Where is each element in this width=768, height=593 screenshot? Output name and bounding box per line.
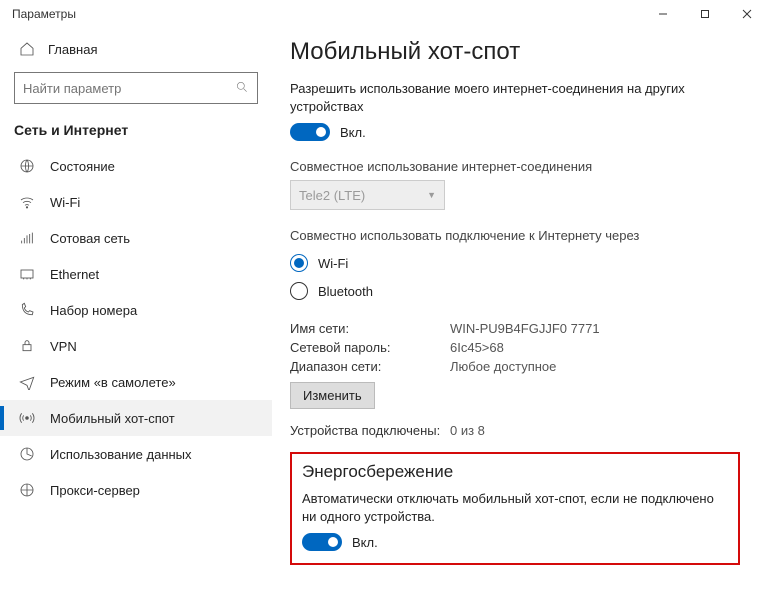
power-saving-highlight: Энергосбережение Автоматически отключать… xyxy=(290,452,740,565)
net-name-value: WIN-PU9B4FGJJF0 7771 xyxy=(450,321,600,336)
globe-icon xyxy=(18,157,36,175)
chevron-down-icon: ▼ xyxy=(427,190,436,200)
vpn-icon xyxy=(18,337,36,355)
connection-select: Tele2 (LTE) ▼ xyxy=(290,180,445,210)
home-label: Главная xyxy=(48,42,97,57)
hotspot-icon xyxy=(18,409,36,427)
connection-value: Tele2 (LTE) xyxy=(299,188,365,203)
power-toggle[interactable] xyxy=(302,533,342,551)
cellular-icon xyxy=(18,229,36,247)
nav-list: Состояние Wi-Fi Сотовая сеть Ethernet На… xyxy=(0,144,272,508)
sidebar-item-proxy[interactable]: Прокси-сервер xyxy=(0,472,272,508)
sidebar-item-hotspot[interactable]: Мобильный хот-спот xyxy=(0,400,272,436)
radio-icon xyxy=(290,254,308,272)
sidebar-item-label: Режим «в самолете» xyxy=(50,375,176,390)
radio-bt-label: Bluetooth xyxy=(318,284,373,299)
titlebar: Параметры xyxy=(0,0,768,28)
main-content: Мобильный хот-спот Разрешить использован… xyxy=(272,28,768,593)
radio-wifi-label: Wi-Fi xyxy=(318,256,348,271)
toggle-label: Вкл. xyxy=(340,125,366,140)
sidebar-item-wifi[interactable]: Wi-Fi xyxy=(0,184,272,220)
phone-icon xyxy=(18,301,36,319)
airplane-icon xyxy=(18,373,36,391)
sidebar-item-label: Набор номера xyxy=(50,303,137,318)
sidebar-item-status[interactable]: Состояние xyxy=(0,148,272,184)
net-band-value: Любое доступное xyxy=(450,359,556,374)
sidebar-item-label: Wi-Fi xyxy=(50,195,80,210)
hotspot-toggle[interactable] xyxy=(290,123,330,141)
power-toggle-label: Вкл. xyxy=(352,535,378,550)
sidebar-item-vpn[interactable]: VPN xyxy=(0,328,272,364)
net-band-label: Диапазон сети: xyxy=(290,359,450,374)
devices-label: Устройства подключены: xyxy=(290,423,450,438)
home-icon xyxy=(18,40,36,58)
share-description: Разрешить использование моего интернет-с… xyxy=(290,80,740,115)
window-title: Параметры xyxy=(12,7,76,21)
minimize-button[interactable] xyxy=(642,0,684,28)
net-pass-label: Сетевой пароль: xyxy=(290,340,450,355)
power-title: Энергосбережение xyxy=(302,462,728,482)
sidebar-item-label: Использование данных xyxy=(50,447,192,462)
net-name-label: Имя сети: xyxy=(290,321,450,336)
radio-wifi[interactable]: Wi-Fi xyxy=(290,249,740,277)
wifi-icon xyxy=(18,193,36,211)
close-button[interactable] xyxy=(726,0,768,28)
sidebar-item-label: VPN xyxy=(50,339,77,354)
share-via-label: Совместно использовать подключение к Инт… xyxy=(290,228,740,243)
sidebar-item-datausage[interactable]: Использование данных xyxy=(0,436,272,472)
home-link[interactable]: Главная xyxy=(0,34,272,66)
sidebar: Главная Сеть и Интернет Состояние Wi-Fi xyxy=(0,28,272,593)
sidebar-item-label: Мобильный хот-спот xyxy=(50,411,175,426)
sidebar-item-cellular[interactable]: Сотовая сеть xyxy=(0,220,272,256)
sidebar-item-label: Прокси-сервер xyxy=(50,483,140,498)
radio-icon xyxy=(290,282,308,300)
search-field[interactable] xyxy=(23,81,235,96)
sidebar-item-label: Сотовая сеть xyxy=(50,231,130,246)
radio-bluetooth[interactable]: Bluetooth xyxy=(290,277,740,305)
page-title: Мобильный хот-спот xyxy=(290,38,740,66)
maximize-button[interactable] xyxy=(684,0,726,28)
sidebar-item-label: Состояние xyxy=(50,159,115,174)
section-title: Сеть и Интернет xyxy=(0,114,272,144)
edit-button-label: Изменить xyxy=(303,388,362,403)
sidebar-item-label: Ethernet xyxy=(50,267,99,282)
sidebar-item-airplane[interactable]: Режим «в самолете» xyxy=(0,364,272,400)
share-connection-label: Совместное использование интернет-соедин… xyxy=(290,159,740,174)
search-icon xyxy=(235,80,249,97)
ethernet-icon xyxy=(18,265,36,283)
devices-value: 0 из 8 xyxy=(450,423,485,438)
power-description: Автоматически отключать мобильный хот-сп… xyxy=(302,490,728,525)
sidebar-item-ethernet[interactable]: Ethernet xyxy=(0,256,272,292)
edit-button[interactable]: Изменить xyxy=(290,382,375,409)
sidebar-item-dialup[interactable]: Набор номера xyxy=(0,292,272,328)
window-controls xyxy=(642,0,768,28)
search-input[interactable] xyxy=(14,72,258,104)
proxy-icon xyxy=(18,481,36,499)
net-pass-value: 6Ic45>68 xyxy=(450,340,504,355)
data-usage-icon xyxy=(18,445,36,463)
